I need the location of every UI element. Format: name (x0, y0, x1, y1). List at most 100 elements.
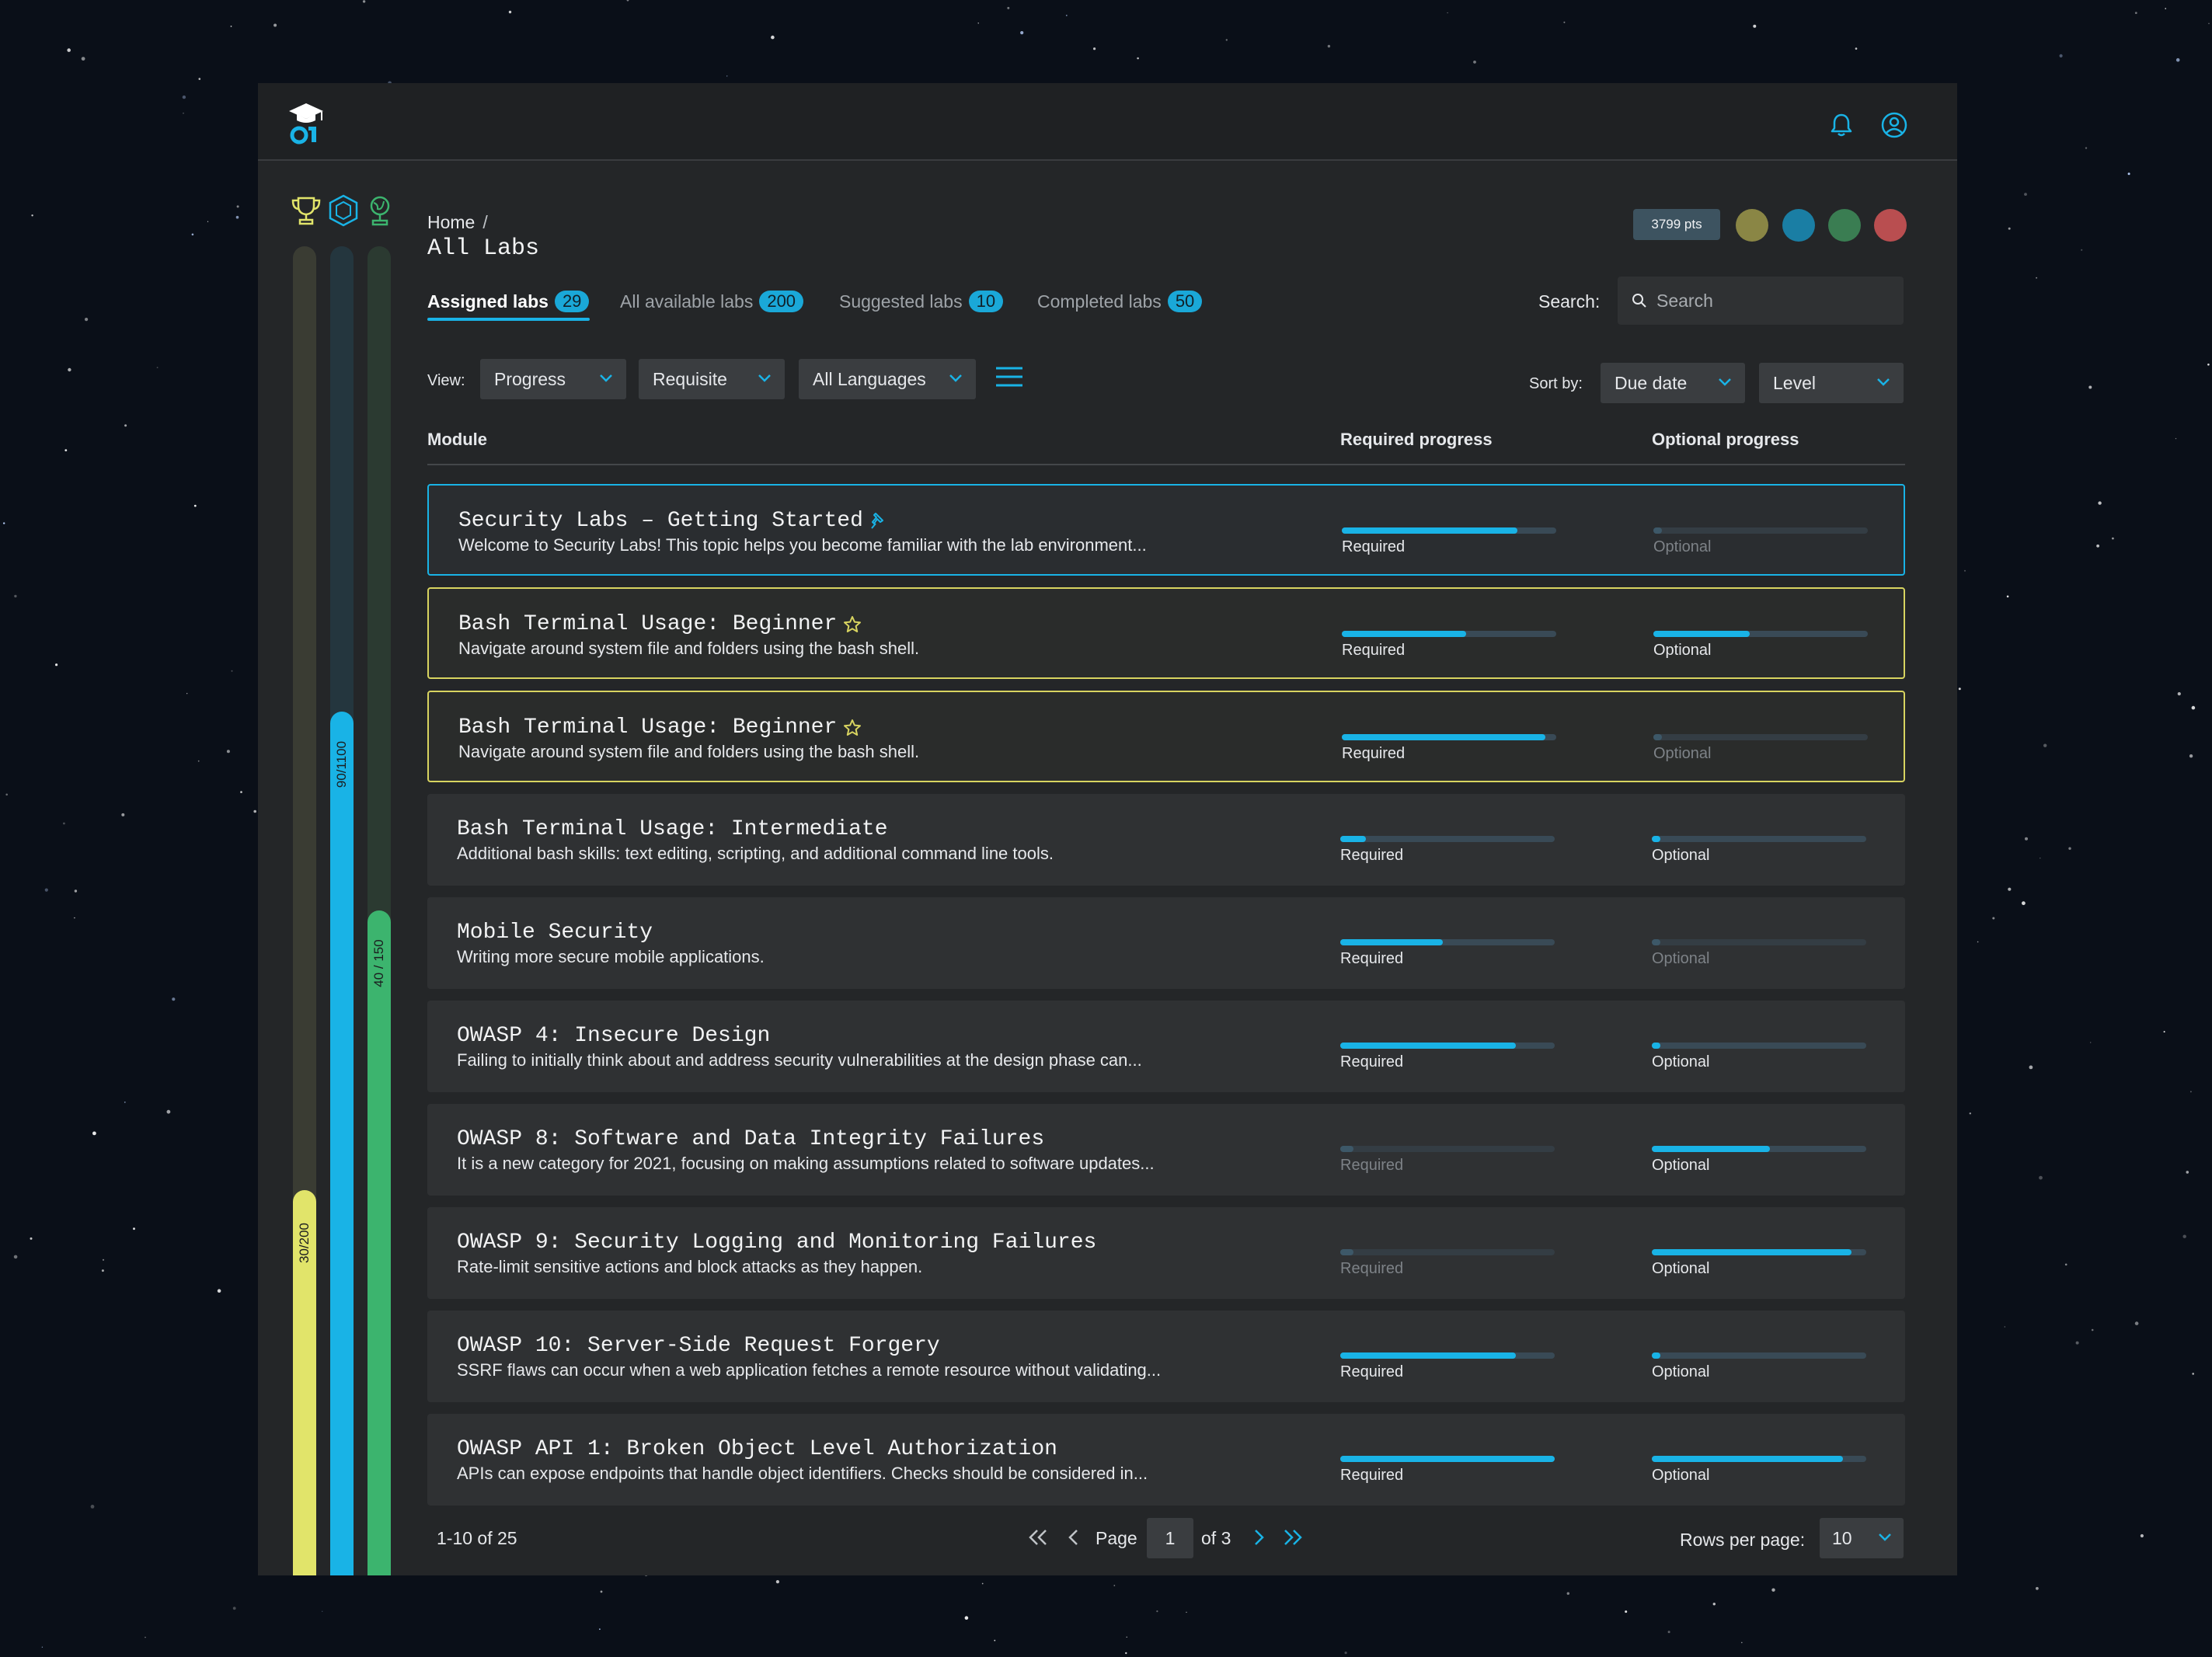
star-icon[interactable] (843, 615, 862, 634)
required-progress-label: Required (1342, 538, 1406, 555)
table-row[interactable]: OWASP 8: Software and Data Integrity Fai… (427, 1104, 1905, 1196)
required-progress-fill (1342, 734, 1545, 740)
optional-progress-label: Optional (1652, 847, 1710, 864)
graduation-cap-logo-icon[interactable] (287, 100, 325, 145)
required-progress-fill (1340, 1043, 1516, 1049)
last-page-icon[interactable] (1282, 1528, 1304, 1547)
row-description: Navigate around system file and folders … (458, 742, 920, 761)
required-progress-bar (1340, 1456, 1555, 1462)
user-circle-icon[interactable] (1880, 111, 1908, 139)
optional-progress-label: Optional (1652, 1157, 1710, 1174)
row-title-text: OWASP 4: Insecure Design (457, 1024, 771, 1048)
table-row[interactable]: OWASP 4: Insecure Design Failing to initi… (427, 1001, 1905, 1092)
row-title-text: Mobile Security (457, 921, 653, 945)
table-row[interactable]: Mobile Security Writing more secure mobil… (427, 897, 1905, 989)
table-row[interactable]: Security Labs – Getting Started Welcome t… (427, 484, 1905, 576)
row-title-text: Security Labs – Getting Started (458, 509, 863, 533)
optional-progress-label: Optional (1652, 1260, 1710, 1277)
column-header-required-progress[interactable]: Required progress (1340, 430, 1493, 450)
required-progress-bar (1340, 1146, 1555, 1152)
level-select[interactable]: Level (1759, 363, 1904, 403)
row-title: OWASP 8: Software and Data Integrity Fai… (457, 1127, 1044, 1151)
optional-progress-bar (1652, 836, 1866, 842)
tab-count-badge: 10 (968, 291, 1004, 312)
required-progress-label: Required (1340, 1053, 1404, 1070)
required-progress-label: Required (1340, 1157, 1404, 1174)
column-header-optional-progress[interactable]: Optional progress (1652, 430, 1799, 450)
required-progress-label: Required (1342, 745, 1406, 762)
optional-progress-label: Optional (1653, 538, 1712, 555)
required-progress-bar (1342, 631, 1556, 637)
required-progress-label: Required (1342, 642, 1406, 659)
level-label-1: 30/200 (297, 1223, 312, 1263)
language-select[interactable]: All Languages (799, 359, 976, 399)
breadcrumb: Home / (427, 212, 488, 233)
row-title-text: OWASP API 1: Broken Object Level Authori… (457, 1437, 1057, 1461)
search-input[interactable] (1656, 277, 1890, 325)
status-dot-4[interactable] (1874, 209, 1907, 242)
chevron-down-icon (600, 374, 612, 382)
row-title-text: OWASP 9: Security Logging and Monitoring… (457, 1231, 1097, 1255)
hamburger-menu-icon[interactable] (995, 365, 1024, 388)
row-title: OWASP 9: Security Logging and Monitoring… (457, 1231, 1096, 1255)
optional-progress-fill (1653, 631, 1750, 637)
active-tab-underline (427, 318, 590, 321)
requisite-select[interactable]: Requisite (639, 359, 785, 399)
table-row[interactable]: Bash Terminal Usage: Intermediate Additio… (427, 794, 1905, 886)
status-dot-3[interactable] (1828, 209, 1861, 242)
status-dot-1[interactable] (1736, 209, 1768, 242)
pin-icon[interactable] (869, 511, 888, 531)
tab-completed-labs[interactable]: Completed labs 50 (1037, 291, 1203, 312)
table-row[interactable]: Bash Terminal Usage: Beginner Navigate ar… (427, 691, 1905, 782)
sort-label: Sort by: (1529, 375, 1583, 392)
required-progress-label: Required (1340, 1467, 1404, 1484)
row-title-text: Bash Terminal Usage: Intermediate (457, 817, 888, 841)
optional-progress-fill (1652, 836, 1660, 842)
trophy-icon (291, 197, 321, 225)
level-track-3: 40 / 150 (368, 246, 391, 1575)
optional-progress-bar (1653, 734, 1868, 740)
page-number-input[interactable]: 1 (1147, 1518, 1193, 1558)
bell-icon[interactable] (1827, 111, 1855, 139)
optional-progress-fill (1653, 527, 1662, 534)
optional-progress-bar (1653, 631, 1868, 637)
required-progress-bar (1340, 939, 1555, 945)
tab-count-badge: 50 (1167, 291, 1203, 312)
tab-suggested-labs[interactable]: Suggested labs 10 (839, 291, 1004, 312)
required-progress-label: Required (1340, 847, 1404, 864)
hexagon-badge-icon (329, 194, 358, 227)
star-icon[interactable] (843, 719, 862, 737)
optional-progress-bar (1652, 1146, 1866, 1152)
optional-progress-label: Optional (1653, 642, 1712, 659)
breadcrumb-home[interactable]: Home (427, 212, 475, 232)
tab-all-available-labs[interactable]: All available labs 200 (620, 291, 804, 312)
status-dot-2[interactable] (1782, 209, 1815, 242)
optional-progress-bar (1652, 939, 1866, 945)
optional-progress-bar (1652, 1249, 1866, 1255)
row-description: Navigate around system file and folders … (458, 639, 920, 658)
next-page-icon[interactable] (1251, 1528, 1266, 1547)
view-select[interactable]: Progress (480, 359, 626, 399)
row-title-text: OWASP 8: Software and Data Integrity Fai… (457, 1127, 1045, 1151)
required-progress-label: Required (1340, 950, 1404, 967)
table-row[interactable]: OWASP 9: Security Logging and Monitoring… (427, 1207, 1905, 1299)
required-progress-fill (1340, 1456, 1555, 1462)
rows-per-page-select[interactable]: 10 (1820, 1518, 1904, 1558)
previous-page-icon[interactable] (1066, 1528, 1082, 1547)
tab-assigned-labs[interactable]: Assigned labs 29 (427, 291, 590, 312)
tab-count-badge: 29 (554, 291, 590, 312)
column-header-module[interactable]: Module (427, 430, 487, 450)
top-bar (258, 83, 1957, 161)
table-row[interactable]: OWASP API 1: Broken Object Level Authori… (427, 1414, 1905, 1506)
first-page-icon[interactable] (1027, 1528, 1049, 1547)
required-progress-fill (1340, 1249, 1353, 1255)
table-row[interactable]: OWASP 10: Server-Side Request Forgery SSR… (427, 1311, 1905, 1402)
table-row[interactable]: Bash Terminal Usage: Beginner Navigate ar… (427, 587, 1905, 679)
optional-progress-label: Optional (1652, 950, 1710, 967)
points-badge: 3799 pts (1633, 209, 1720, 240)
sort-select[interactable]: Due date (1601, 363, 1745, 403)
optional-progress-label: Optional (1652, 1467, 1710, 1484)
row-description: Rate-limit sensitive actions and block a… (457, 1257, 923, 1276)
rows-per-page-value: 10 (1832, 1527, 1852, 1548)
level-fill-3: 40 / 150 (368, 910, 391, 1575)
